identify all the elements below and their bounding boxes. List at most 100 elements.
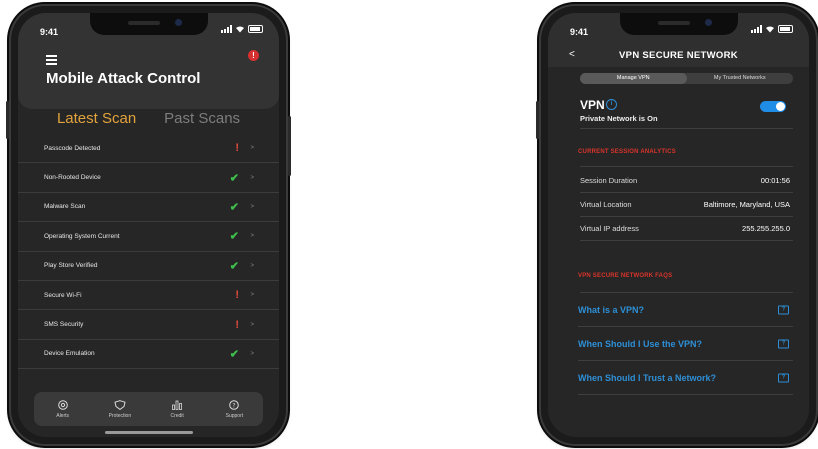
scan-item-label: Passcode Detected [44,144,101,152]
chevron-right-icon: > [250,350,254,357]
scan-item-label: SMS Security [44,321,84,329]
page-title: Mobile Attack Control [46,70,201,87]
analytics-row-virtual-location: Virtual Location Baltimore, Maryland, US… [580,193,793,217]
scan-item-label: Secure Wi-Fi [44,291,82,299]
faq-when-use-vpn[interactable]: When Should I Use the VPN? ? [578,327,793,361]
shield-icon [114,399,126,410]
scan-tabs: Latest Scan Past Scans [18,110,279,127]
tab-label: Credit [170,412,184,419]
wifi-icon [236,26,244,33]
analytics-key: Virtual IP address [580,223,639,233]
help-icon: ? [778,305,789,314]
scan-item-play-store-verified[interactable]: Play Store Verified ✔ > [18,252,279,281]
checkmark-icon: ✔ [229,348,239,361]
alert-badge[interactable]: ! [248,50,259,61]
notch [619,13,738,35]
tab-support[interactable]: ? Support [214,399,254,419]
divider [580,166,793,167]
checkmark-icon: ✔ [229,260,239,273]
scan-item-non-rooted-device[interactable]: Non-Rooted Device ✔ > [18,163,279,193]
faq-label: When Should I Use the VPN? [578,338,703,349]
faq-label: When Should I Trust a Network? [578,372,717,383]
home-indicator[interactable] [104,431,193,434]
analytics-key: Virtual Location [580,199,632,209]
scan-item-device-emulation[interactable]: Device Emulation ✔ > [18,340,279,370]
faqs-heading: VPN SECURE NETWORK FAQS [578,273,673,279]
help-icon: ? [778,339,789,348]
question-circle-icon: ? [229,399,240,410]
tab-credit[interactable]: Credit [157,400,197,419]
analytics-value: 00:01:56 [760,175,790,185]
battery-icon [248,25,263,33]
tab-latest-scan[interactable]: Latest Scan [57,110,136,127]
chevron-right-icon: > [250,145,254,152]
analytics-value: 255.255.255.0 [742,223,790,233]
tab-protection[interactable]: Protection [100,399,140,419]
scan-item-sms-security[interactable]: SMS Security ! > [18,310,279,340]
tab-label: Support [225,412,244,419]
scan-item-label: Malware Scan [44,203,86,211]
faq-what-is-vpn[interactable]: What is a VPN? ? [578,293,793,327]
bottom-tab-bar: Alerts Protection Credit ? Support [34,392,263,426]
eye-icon [57,399,68,410]
scan-list: Passcode Detected ! > Non-Rooted Device … [18,134,279,370]
side-button [536,101,539,139]
warning-icon: ! [235,142,239,155]
bar-chart-icon [172,400,183,410]
status-time: 9:41 [570,27,589,37]
segment-my-trusted-networks[interactable]: My Trusted Networks [687,73,794,84]
vpn-toggle[interactable] [760,101,786,112]
right-phone: 9:41 < VPN SECURE NETWORK Manage VPN My … [536,6,816,444]
tab-label: Protection [108,412,132,419]
svg-text:?: ? [233,402,236,409]
scan-item-secure-wifi[interactable]: Secure Wi-Fi ! > [18,281,279,311]
segment-manage-vpn[interactable]: Manage VPN [580,73,687,84]
scan-item-label: Non-Rooted Device [44,174,101,182]
scan-item-label: Device Emulation [44,350,95,358]
chevron-right-icon: > [250,233,254,240]
chevron-right-icon: > [250,262,254,269]
vpn-status-text: Private Network is On [580,114,658,123]
analytics-key: Session Duration [580,175,638,185]
status-icons [221,25,263,33]
vpn-label: VPN [580,98,605,112]
signal-icon [221,25,232,33]
status-icons [751,25,793,33]
scan-item-passcode-detected[interactable]: Passcode Detected ! > [18,134,279,164]
left-phone: 9:41 ! Mobile Attack Control Latest Scan… [6,6,291,444]
warning-icon: ! [235,289,239,302]
chevron-right-icon: > [250,174,254,181]
left-screen: 9:41 ! Mobile Attack Control Latest Scan… [18,13,279,437]
signal-icon [751,25,762,33]
scan-item-malware-scan[interactable]: Malware Scan ✔ > [18,193,279,223]
notch [89,13,208,35]
analytics-row-virtual-ip: Virtual IP address 255.255.255.0 [580,217,793,241]
checkmark-icon: ✔ [229,172,239,185]
analytics-heading: CURRENT SESSION ANALYTICS [578,149,676,155]
battery-icon [778,25,793,33]
help-icon: ? [778,373,789,382]
page-title: VPN SECURE NETWORK [619,50,738,61]
chevron-right-icon: > [250,292,254,299]
analytics-row-session-duration: Session Duration 00:01:56 [580,169,793,193]
side-button [6,101,9,139]
tab-alerts[interactable]: Alerts [43,399,83,419]
checkmark-icon: ✔ [229,230,239,243]
scan-item-label: Play Store Verified [44,262,98,270]
faq-when-trust-network[interactable]: When Should I Trust a Network? ? [578,361,793,395]
divider [580,128,793,129]
info-icon[interactable]: i [606,99,617,110]
scan-item-operating-system-current[interactable]: Operating System Current ✔ > [18,222,279,252]
warning-icon: ! [235,318,239,331]
tab-label: Alerts [56,412,70,419]
status-time: 9:41 [40,27,59,37]
segmented-control: Manage VPN My Trusted Networks [580,73,793,84]
chevron-right-icon: > [250,321,254,328]
faq-label: What is a VPN? [578,304,645,315]
side-button [288,116,291,176]
tab-past-scans[interactable]: Past Scans [164,110,240,127]
wifi-icon [766,26,774,33]
analytics-value: Baltimore, Maryland, USA [703,199,790,209]
menu-icon[interactable] [46,55,57,67]
chevron-right-icon: > [250,203,254,210]
